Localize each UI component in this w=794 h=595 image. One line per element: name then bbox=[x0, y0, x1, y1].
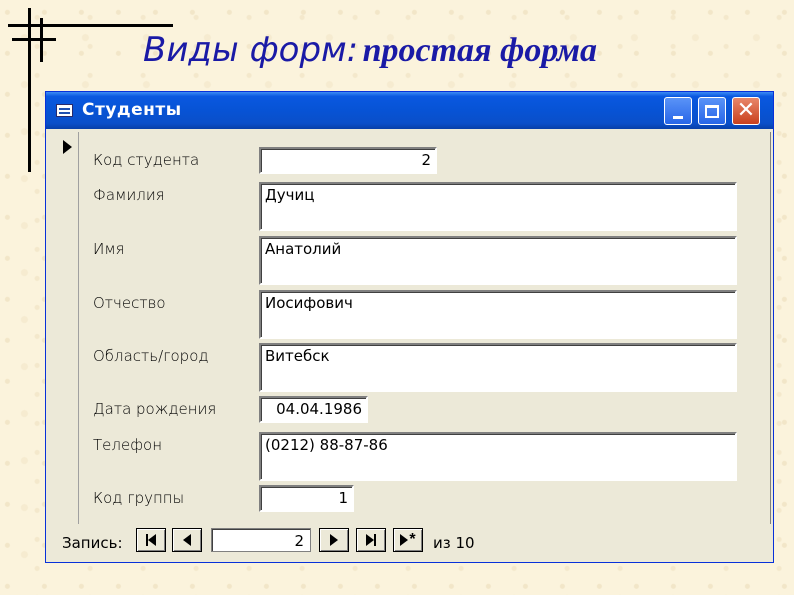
minimize-icon bbox=[673, 115, 683, 119]
phone-field[interactable]: (0212) 88-87-86 bbox=[259, 432, 737, 481]
current-record-arrow-icon bbox=[63, 140, 72, 154]
title-bar[interactable]: Студенты ✕ bbox=[46, 92, 773, 129]
label-group-id: Код группы bbox=[93, 489, 185, 507]
label-surname: Фамилия bbox=[93, 186, 165, 204]
form-window: Студенты ✕ Код студента 2 Фамилия Дучиц … bbox=[45, 91, 774, 563]
label-patronymic: Отчество bbox=[93, 294, 166, 312]
decorative-line bbox=[12, 38, 56, 41]
decorative-line bbox=[8, 24, 173, 27]
first-record-button[interactable] bbox=[136, 528, 166, 552]
record-label: Запись: bbox=[62, 534, 123, 552]
minimize-button[interactable] bbox=[664, 97, 692, 125]
new-record-button[interactable]: * bbox=[393, 528, 423, 552]
patronymic-field[interactable]: Иосифович bbox=[259, 290, 737, 339]
maximize-icon bbox=[705, 104, 719, 118]
label-birth-date: Дата рождения bbox=[93, 400, 217, 418]
group-id-field[interactable]: 1 bbox=[259, 485, 354, 512]
maximize-button[interactable] bbox=[698, 97, 726, 125]
record-of-label: из bbox=[433, 534, 451, 552]
slide-title: Виды форм: простая форма bbox=[143, 30, 597, 70]
close-button[interactable]: ✕ bbox=[732, 97, 760, 125]
record-total: 10 bbox=[455, 534, 475, 552]
form-icon[interactable] bbox=[56, 104, 73, 117]
last-record-button[interactable] bbox=[356, 528, 386, 552]
record-count: из 10 bbox=[433, 534, 475, 552]
student-id-field[interactable]: 2 bbox=[259, 147, 437, 174]
name-field[interactable]: Анатолий bbox=[259, 236, 737, 285]
label-student-id: Код студента bbox=[93, 151, 200, 169]
label-name: Имя bbox=[93, 240, 125, 258]
slide-title-sub: простая форма bbox=[362, 32, 597, 69]
region-city-field[interactable]: Витебск bbox=[259, 343, 737, 392]
previous-record-icon bbox=[183, 534, 191, 546]
decorative-line bbox=[28, 8, 31, 172]
close-icon: ✕ bbox=[736, 98, 756, 123]
label-phone: Телефон bbox=[93, 436, 163, 454]
record-navigation-bar: Запись: 2 * из 10 bbox=[48, 526, 770, 558]
first-record-icon bbox=[146, 534, 156, 546]
slide-title-main: Виды форм: bbox=[143, 30, 359, 70]
next-record-icon bbox=[330, 534, 338, 546]
surname-field[interactable]: Дучиц bbox=[259, 182, 737, 231]
birth-date-field[interactable]: 04.04.1986 bbox=[259, 396, 368, 423]
form-body: Код студента 2 Фамилия Дучиц Имя Анатоли… bbox=[48, 132, 771, 524]
new-record-icon: * bbox=[400, 532, 416, 548]
current-record-input[interactable]: 2 bbox=[211, 528, 311, 552]
last-record-icon bbox=[366, 534, 376, 546]
label-region-city: Область/город bbox=[93, 347, 209, 365]
previous-record-button[interactable] bbox=[172, 528, 202, 552]
record-selector[interactable] bbox=[48, 132, 79, 524]
window-title: Студенты bbox=[82, 100, 182, 120]
next-record-button[interactable] bbox=[319, 528, 349, 552]
